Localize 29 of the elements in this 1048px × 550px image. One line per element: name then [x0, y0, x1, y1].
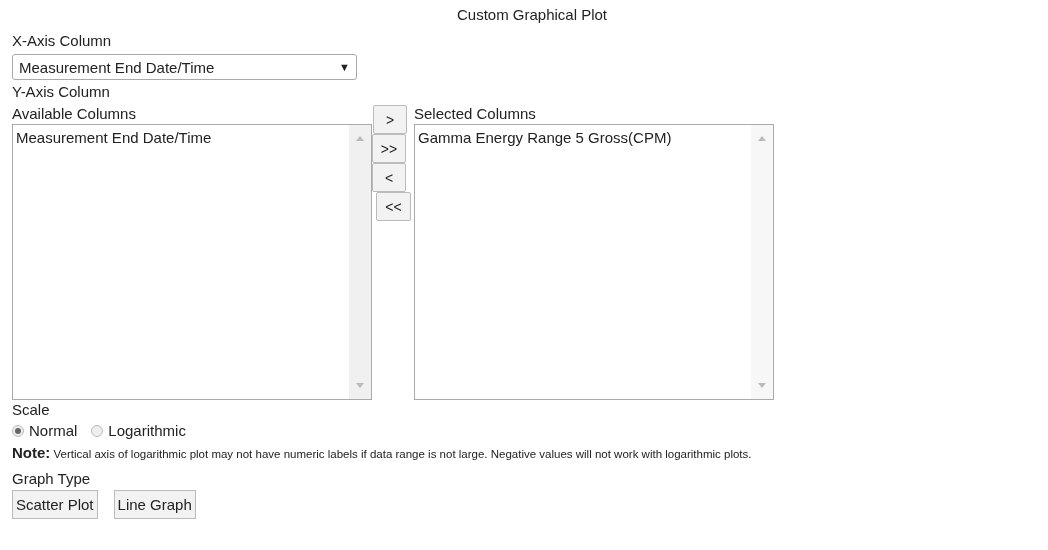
move-button[interactable]: > — [373, 105, 407, 134]
graph-type-button[interactable]: Scatter Plot — [12, 490, 98, 519]
scrollbar[interactable] — [751, 125, 773, 399]
scrollbar[interactable] — [349, 125, 371, 399]
page-title: Custom Graphical Plot — [455, 6, 609, 25]
radio-label[interactable]: Logarithmic — [108, 422, 186, 439]
list-label: Available Columns — [12, 104, 137, 124]
note-text: Note: Vertical axis of logarithmic plot may not have numeric labels if data range is not large. Negative values will not work with logarithmic plots. — [12, 443, 752, 463]
available-list[interactable]: Measurement End Date/Time — [12, 124, 372, 400]
radio-button[interactable] — [12, 424, 24, 437]
field-label: X-Axis Column — [12, 31, 112, 51]
graph-type-button[interactable]: Line Graph — [113, 490, 196, 519]
scroll-down-icon[interactable] — [355, 383, 365, 389]
move-button[interactable]: < — [372, 163, 406, 192]
column-dropdown[interactable]: Measurement End Date/Time ▼ — [12, 54, 357, 80]
selected-list[interactable]: Gamma Energy Range 5 Gross(CPM) — [414, 124, 774, 400]
list-item[interactable]: Gamma Energy Range 5 Gross(CPM) — [418, 129, 748, 147]
field-label: Scale — [12, 400, 50, 420]
radio-button[interactable] — [91, 424, 104, 437]
move-button[interactable]: >> — [372, 134, 406, 163]
radio-label[interactable]: Normal — [29, 422, 78, 439]
scroll-down-icon[interactable] — [757, 383, 767, 389]
list-label: Selected Columns — [414, 104, 537, 124]
field-label: Graph Type — [12, 469, 91, 489]
list-item[interactable]: Measurement End Date/Time — [16, 129, 346, 147]
move-button[interactable]: << — [376, 192, 411, 221]
scroll-up-icon[interactable] — [757, 135, 767, 141]
scroll-up-icon[interactable] — [355, 135, 365, 141]
field-label: Y-Axis Column — [12, 82, 110, 102]
